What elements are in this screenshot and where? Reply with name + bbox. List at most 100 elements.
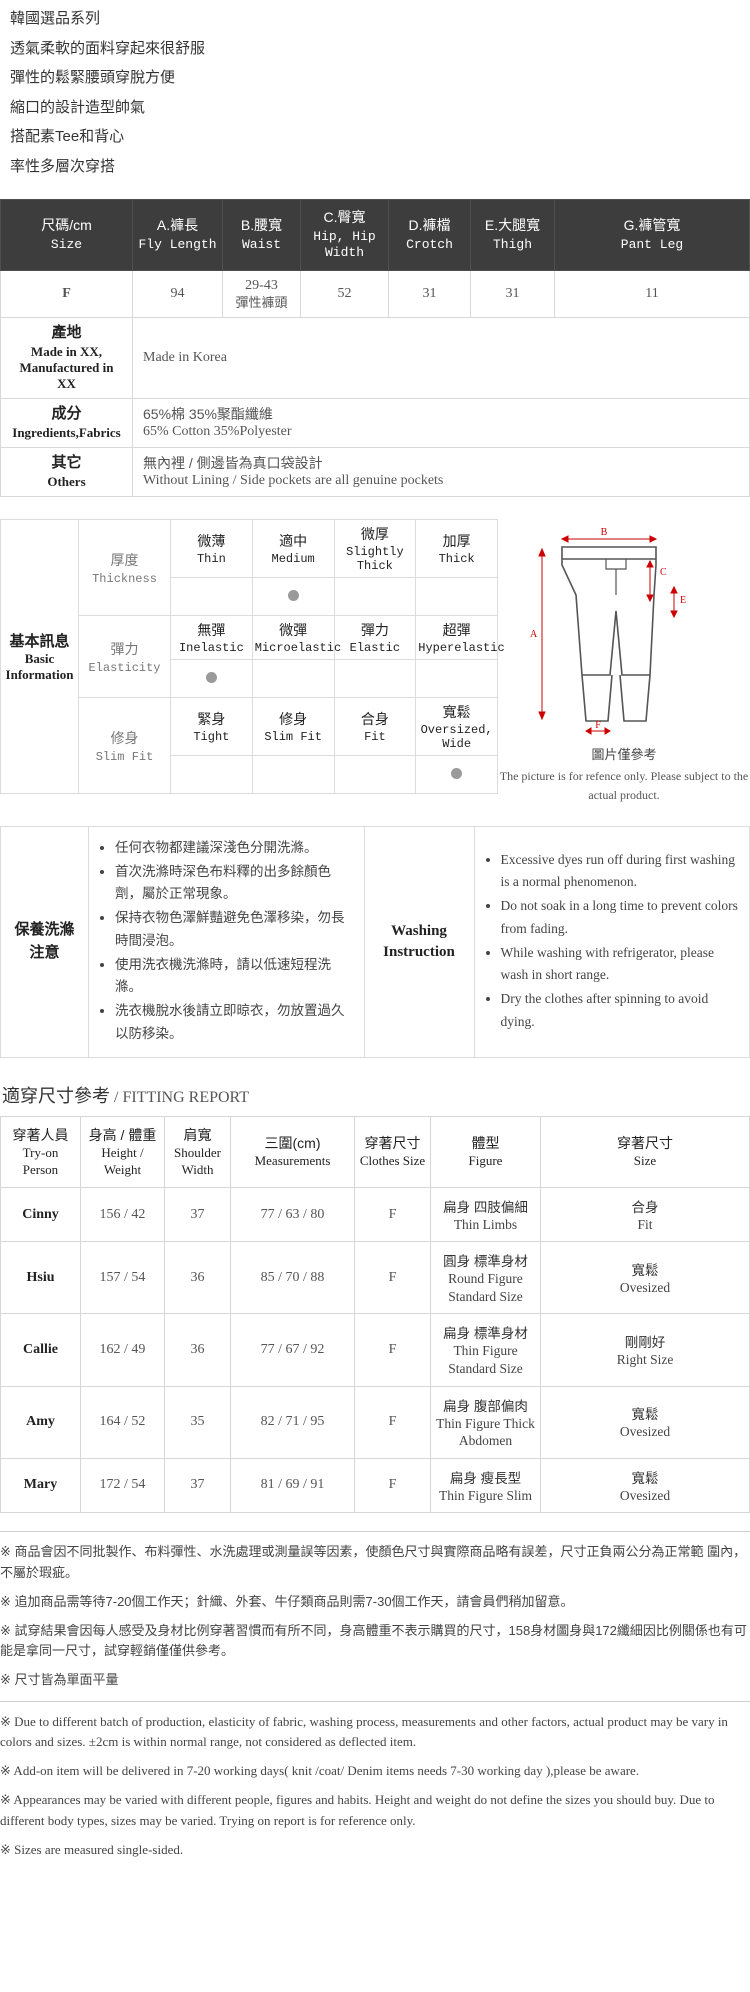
fit-person-name: Amy bbox=[0, 1385, 81, 1459]
intro-line: 搭配素Tee和背心 bbox=[10, 128, 125, 145]
note-line: ※ 商品會因不同批製作、布料彈性、水洗處理或測量誤等因素，使顏色尺寸與實際商品略… bbox=[0, 1544, 747, 1580]
washing-row: 保養洗滌注意 任何衣物都建議深淺色分開洗滌。 首次洗滌時深色布料釋的出多餘顏色劑… bbox=[0, 825, 750, 1059]
cell-fly-length: 94 bbox=[132, 270, 223, 318]
footer-notes-en: ※ Due to different batch of production, … bbox=[0, 1712, 750, 1860]
basic-information-table: 基本訊息 Basic Information 厚度 Thickness 微薄 T… bbox=[0, 519, 505, 795]
option-slimfit-oversized: 寬鬆 Oversized, Wide bbox=[415, 697, 498, 757]
marker-slimfit-oversized bbox=[415, 755, 498, 795]
value-ingredients: 65%棉 35%聚酯纖維 65% Cotton 35%Polyester bbox=[132, 398, 750, 449]
fit-measurements: 77 / 67 / 92 bbox=[230, 1313, 355, 1387]
diagram-label-a: A bbox=[530, 629, 538, 640]
fit-clothes-size: F bbox=[354, 1313, 431, 1387]
marker-elasticity-elastic bbox=[333, 659, 417, 699]
thickness-options-row: 基本訊息 Basic Information 厚度 Thickness 微薄 T… bbox=[0, 519, 498, 795]
fit-clothes-size: F bbox=[354, 1186, 431, 1243]
washing-list-en: Excessive dyes run off during first wash… bbox=[483, 849, 742, 1033]
size-table-header-row: 尺碼/cm Size A.褲長 Fly Length B.腰寬 Waist C.… bbox=[0, 199, 750, 271]
note-line: ※ Sizes are measured single-sided. bbox=[0, 1841, 184, 1857]
note-line: ※ Appearances may be varied with differe… bbox=[0, 1792, 715, 1828]
notes-divider bbox=[0, 1700, 750, 1702]
table-row: Hsiu 157 / 54 36 85 / 70 / 88 F 圓身 標準身材 … bbox=[0, 1241, 750, 1315]
fit-size: 合身 Fit bbox=[540, 1186, 750, 1243]
cell-pant-leg: 11 bbox=[554, 270, 750, 318]
washing-item: Do not soak in a long time to prevent co… bbox=[501, 895, 742, 940]
diagram-note: 圖片僅參考 The picture is for refence only. P… bbox=[499, 747, 749, 803]
fit-height-weight: 157 / 54 bbox=[80, 1241, 165, 1315]
marker-thickness-thick bbox=[415, 577, 498, 617]
selection-dot bbox=[287, 589, 299, 601]
fit-col-clothes-size: 穿著尺寸 Clothes Size bbox=[354, 1116, 431, 1188]
table-row: Callie 162 / 49 36 77 / 67 / 92 F 扁身 標準身… bbox=[0, 1313, 750, 1387]
option-thickness-thick: 加厚 Thick bbox=[415, 519, 498, 579]
diagram-label-b: B bbox=[601, 527, 608, 538]
diagram-label-e: E bbox=[680, 595, 686, 606]
note-line: ※ Add-on item will be delivered in 7-20 … bbox=[0, 1763, 640, 1779]
option-slimfit-tight: 緊身 Tight bbox=[170, 697, 253, 757]
intro-line: 彈性的鬆緊腰頭穿脫方便 bbox=[10, 69, 176, 86]
note-line: ※ 試穿結果會因每人感受及身材比例穿著習慣而有所不同，身高體重不表示購買的尺寸，… bbox=[0, 1622, 747, 1659]
fit-clothes-size: F bbox=[354, 1241, 431, 1315]
fit-person-name: Hsiu bbox=[0, 1241, 81, 1315]
intro-line: 率性多層次穿搭 bbox=[10, 157, 116, 175]
fit-col-shoulder: 肩寬 Shoulder Width bbox=[164, 1116, 231, 1188]
label-ingredients: 成分 Ingredients,Fabrics bbox=[0, 398, 133, 449]
fit-size: 寬鬆 Ovesized bbox=[540, 1385, 750, 1459]
intro-line: 縮口的設計造型帥氣 bbox=[10, 98, 146, 116]
basic-section-label: 基本訊息 Basic Information bbox=[0, 519, 79, 795]
fit-height-weight: 162 / 49 bbox=[80, 1313, 165, 1387]
intro-line: 韓國選品系列 bbox=[10, 10, 101, 27]
fit-shoulder: 35 bbox=[164, 1385, 231, 1459]
note-line: ※ Due to different batch of production, … bbox=[0, 1713, 728, 1750]
fit-figure: 圓身 標準身材 Round Figure Standard Size bbox=[430, 1241, 541, 1315]
fit-col-size: 穿著尺寸 Size bbox=[540, 1116, 750, 1188]
col-fly-length: A.褲長 Fly Length bbox=[132, 199, 223, 271]
basic-information-block: 基本訊息 Basic Information 厚度 Thickness 微薄 T… bbox=[0, 519, 750, 805]
washing-item: Excessive dyes run off during first wash… bbox=[501, 849, 742, 894]
fit-figure: 扁身 標準身材 Thin Figure Standard Size bbox=[430, 1313, 541, 1387]
washing-item: 使用洗衣機洗滌時，請以低速短程洗滌。 bbox=[115, 954, 356, 999]
basic-information-table-wrap: 基本訊息 Basic Information 厚度 Thickness 微薄 T… bbox=[0, 519, 505, 805]
fitting-header-row: 穿著人員 Try-on Person 身高 / 體重 Height / Weig… bbox=[0, 1116, 750, 1188]
col-thigh: E.大腿寬 Thigh bbox=[470, 199, 555, 271]
product-spec-page: 韓國選品系列 透氣柔軟的面料穿起來很舒服 彈性的鬆緊腰頭穿脫方便 縮口的設計造型… bbox=[0, 0, 750, 1860]
table-row: Mary 172 / 54 37 81 / 69 / 91 F 扁身 瘦長型 T… bbox=[0, 1457, 750, 1514]
marker-slimfit-tight bbox=[170, 755, 253, 795]
category-thickness: 厚度 Thickness bbox=[78, 519, 171, 617]
washing-list-cn: 任何衣物都建議深淺色分開洗滌。 首次洗滌時深色布料釋的出多餘顏色劑，屬於正常現象… bbox=[97, 837, 356, 1045]
cell-thigh: 31 bbox=[470, 270, 555, 318]
marker-thickness-thin bbox=[170, 577, 253, 617]
washing-item: Dry the clothes after spinning to avoid … bbox=[501, 988, 742, 1033]
category-slim-fit: 修身 Slim Fit bbox=[78, 697, 171, 795]
marker-elasticity-hyperelastic bbox=[415, 659, 498, 699]
size-spec-table: 尺碼/cm Size A.褲長 Fly Length B.腰寬 Waist C.… bbox=[0, 199, 750, 498]
fitting-report-title: 適穿尺寸參考 / FITTING REPORT bbox=[2, 1086, 250, 1107]
fit-col-figure: 體型 Figure bbox=[430, 1116, 541, 1188]
row-ingredients: 成分 Ingredients,Fabrics 65%棉 35%聚酯纖維 65% … bbox=[0, 398, 750, 449]
fit-size: 寬鬆 Ovesized bbox=[540, 1241, 750, 1315]
fit-person-name: Callie bbox=[0, 1313, 81, 1387]
selection-dot bbox=[205, 671, 217, 683]
marker-elasticity-microelastic bbox=[251, 659, 335, 699]
washing-items-cn: 任何衣物都建議深淺色分開洗滌。 首次洗滌時深色布料釋的出多餘顏色劑，屬於正常現象… bbox=[88, 825, 365, 1059]
intro-description: 韓國選品系列 透氣柔軟的面料穿起來很舒服 彈性的鬆緊腰頭穿脫方便 縮口的設計造型… bbox=[0, 0, 750, 199]
fit-col-measurements: 三圍(cm) Measurements bbox=[230, 1116, 355, 1188]
washing-label-en: Washing Instruction bbox=[363, 825, 475, 1059]
fit-person-name: Mary bbox=[0, 1457, 81, 1514]
fitting-report-table: 穿著人員 Try-on Person 身高 / 體重 Height / Weig… bbox=[0, 1116, 750, 1514]
marker-thickness-slightly-thick bbox=[333, 577, 417, 617]
fit-figure: 扁身 四肢偏細 Thin Limbs bbox=[430, 1186, 541, 1243]
fit-clothes-size: F bbox=[354, 1385, 431, 1459]
option-elasticity-microelastic: 微彈 Microelastic bbox=[251, 615, 341, 661]
col-waist: B.腰寬 Waist bbox=[222, 199, 301, 271]
row-others: 其它 Others 無內裡 / 側邊皆為真口袋設計 Without Lining… bbox=[0, 447, 750, 498]
measurement-diagram-wrap: B C E A F 圖片僅參考 The picture is for refen… bbox=[498, 519, 750, 805]
fit-person-name: Cinny bbox=[0, 1186, 81, 1243]
marker-elasticity-inelastic bbox=[170, 659, 253, 699]
marker-slimfit-fit bbox=[333, 755, 417, 795]
note-line: ※ 追加商品需等待7-20個工作天；針織、外套、牛仔類商品則需7-30個工作天，… bbox=[0, 1593, 574, 1609]
cell-hip: 52 bbox=[300, 270, 389, 318]
value-origin: Made in Korea bbox=[132, 316, 750, 400]
washing-instruction-table: 保養洗滌注意 任何衣物都建議深淺色分開洗滌。 首次洗滌時深色布料釋的出多餘顏色劑… bbox=[0, 825, 750, 1059]
footer-notes-cn: ※ 商品會因不同批製作、布料彈性、水洗處理或測量誤等因素，使顏色尺寸與實際商品略… bbox=[0, 1542, 750, 1691]
option-slimfit-slim: 修身 Slim Fit bbox=[251, 697, 335, 757]
